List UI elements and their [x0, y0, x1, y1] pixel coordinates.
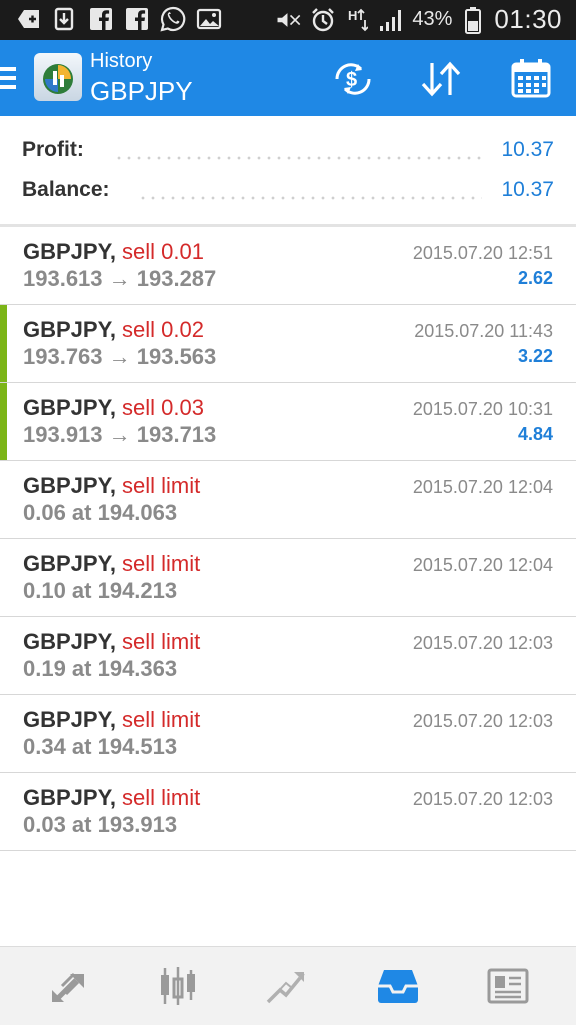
history-row[interactable]: GBPJPY, sell 0.02 193.763 → 193.563 2015…: [0, 305, 576, 383]
bottom-navigation: [0, 946, 576, 1025]
facebook-icon: [124, 6, 150, 32]
profit-row: Profit: 10.37: [22, 138, 554, 168]
row-detail: 0.06 at 194.063: [23, 500, 178, 525]
history-inbox-icon[interactable]: [368, 961, 428, 1011]
row-profit: 2.62: [517, 268, 553, 288]
dotted-leader: [138, 196, 482, 200]
row-time: 2015.07.20 12:51: [412, 243, 553, 263]
trade-icon[interactable]: [256, 961, 316, 1011]
row-time: 2015.07.20 12:03: [412, 789, 553, 809]
download-icon: [52, 6, 78, 32]
clock: 01:30: [494, 4, 562, 34]
row-type: sell limit: [122, 707, 201, 732]
menu-icon[interactable]: [0, 67, 16, 94]
calendar-icon[interactable]: [508, 56, 554, 102]
profit-value: 10.37: [501, 138, 554, 161]
dotted-leader: [114, 156, 482, 160]
image-icon: [196, 6, 222, 32]
app-bar: History GBPJPY $: [0, 40, 576, 116]
history-row[interactable]: GBPJPY, sell 0.03 193.913 → 193.713 2015…: [0, 383, 576, 461]
row-detail: 193.913 → 193.713: [23, 422, 217, 447]
closed-trade-indicator: [0, 305, 7, 382]
svg-text:$: $: [346, 69, 357, 91]
row-symbol: GBPJPY,: [23, 785, 116, 810]
row-type: sell limit: [122, 551, 201, 576]
row-detail: 0.34 at 194.513: [23, 734, 178, 759]
row-symbol: GBPJPY,: [23, 395, 116, 420]
row-symbol: GBPJPY,: [23, 707, 116, 732]
status-right-icons: H 43% 01:30: [276, 4, 562, 35]
history-row[interactable]: GBPJPY, sell limit 0.10 at 194.213 2015.…: [0, 539, 576, 617]
row-type: sell 0.01: [122, 239, 204, 264]
history-row[interactable]: GBPJPY, sell 0.01 193.613 → 193.287 2015…: [0, 227, 576, 305]
row-detail: 0.03 at 193.913: [23, 812, 178, 837]
signal-icon: [378, 7, 404, 33]
row-profit: 3.22: [517, 346, 553, 366]
quotes-icon[interactable]: [38, 961, 98, 1011]
battery-percent: 43%: [412, 8, 453, 30]
row-time: 2015.07.20 11:43: [414, 321, 553, 341]
row-time: 2015.07.20 12:04: [412, 555, 553, 575]
row-symbol: GBPJPY,: [23, 629, 116, 654]
row-time: 2015.07.20 12:04: [412, 477, 553, 497]
row-detail: 0.10 at 194.213: [23, 578, 178, 603]
closed-trade-indicator: [0, 383, 7, 460]
row-type: sell limit: [122, 629, 201, 654]
page-title: GBPJPY: [90, 76, 193, 106]
row-type: sell 0.03: [122, 395, 204, 420]
history-row[interactable]: GBPJPY, sell limit 0.19 at 194.363 2015.…: [0, 617, 576, 695]
row-symbol: GBPJPY,: [23, 317, 116, 342]
history-row[interactable]: GBPJPY, sell limit 0.06 at 194.063 2015.…: [0, 461, 576, 539]
news-icon[interactable]: [478, 961, 538, 1011]
app-logo[interactable]: [34, 53, 82, 101]
sort-icon[interactable]: [418, 56, 464, 102]
mute-icon: [276, 7, 302, 33]
row-detail: 193.613 → 193.287: [23, 266, 217, 291]
battery-icon: [460, 6, 486, 34]
row-symbol: GBPJPY,: [23, 239, 116, 264]
row-profit: 4.84: [517, 424, 553, 444]
network-h-icon: H: [344, 7, 370, 33]
profit-label: Profit:: [22, 138, 84, 161]
svg-text:H: H: [348, 8, 357, 23]
row-time: 2015.07.20 10:31: [412, 399, 553, 419]
row-type: sell 0.02: [122, 317, 204, 342]
metatrader-logo-icon: [43, 64, 73, 94]
history-list: GBPJPY, sell 0.01 193.613 → 193.287 2015…: [0, 227, 576, 851]
status-bar: H 43% 01:30: [0, 0, 576, 40]
whatsapp-icon: [160, 6, 186, 32]
chart-icon[interactable]: [148, 961, 208, 1011]
balance-row: Balance: 10.37: [22, 178, 554, 208]
currency-exchange-icon[interactable]: $: [330, 56, 376, 102]
row-type: sell limit: [122, 785, 201, 810]
account-summary: Profit: 10.37 Balance: 10.37: [0, 116, 576, 226]
row-symbol: GBPJPY,: [23, 473, 116, 498]
balance-value: 10.37: [501, 178, 554, 201]
balance-label: Balance:: [22, 178, 110, 201]
facebook-icon: [88, 6, 114, 32]
row-symbol: GBPJPY,: [23, 551, 116, 576]
history-row[interactable]: GBPJPY, sell limit 0.34 at 194.513 2015.…: [0, 695, 576, 773]
page-subtitle: History: [90, 50, 153, 72]
row-time: 2015.07.20 12:03: [412, 633, 553, 653]
row-detail: 193.763 → 193.563: [23, 344, 217, 369]
row-detail: 0.19 at 194.363: [23, 656, 178, 681]
add-box-icon: [16, 6, 42, 32]
status-left-icons: [16, 6, 222, 32]
row-type: sell limit: [122, 473, 201, 498]
alarm-icon: [310, 7, 336, 33]
row-time: 2015.07.20 12:03: [412, 711, 553, 731]
history-row[interactable]: GBPJPY, sell limit 0.03 at 193.913 2015.…: [0, 773, 576, 851]
